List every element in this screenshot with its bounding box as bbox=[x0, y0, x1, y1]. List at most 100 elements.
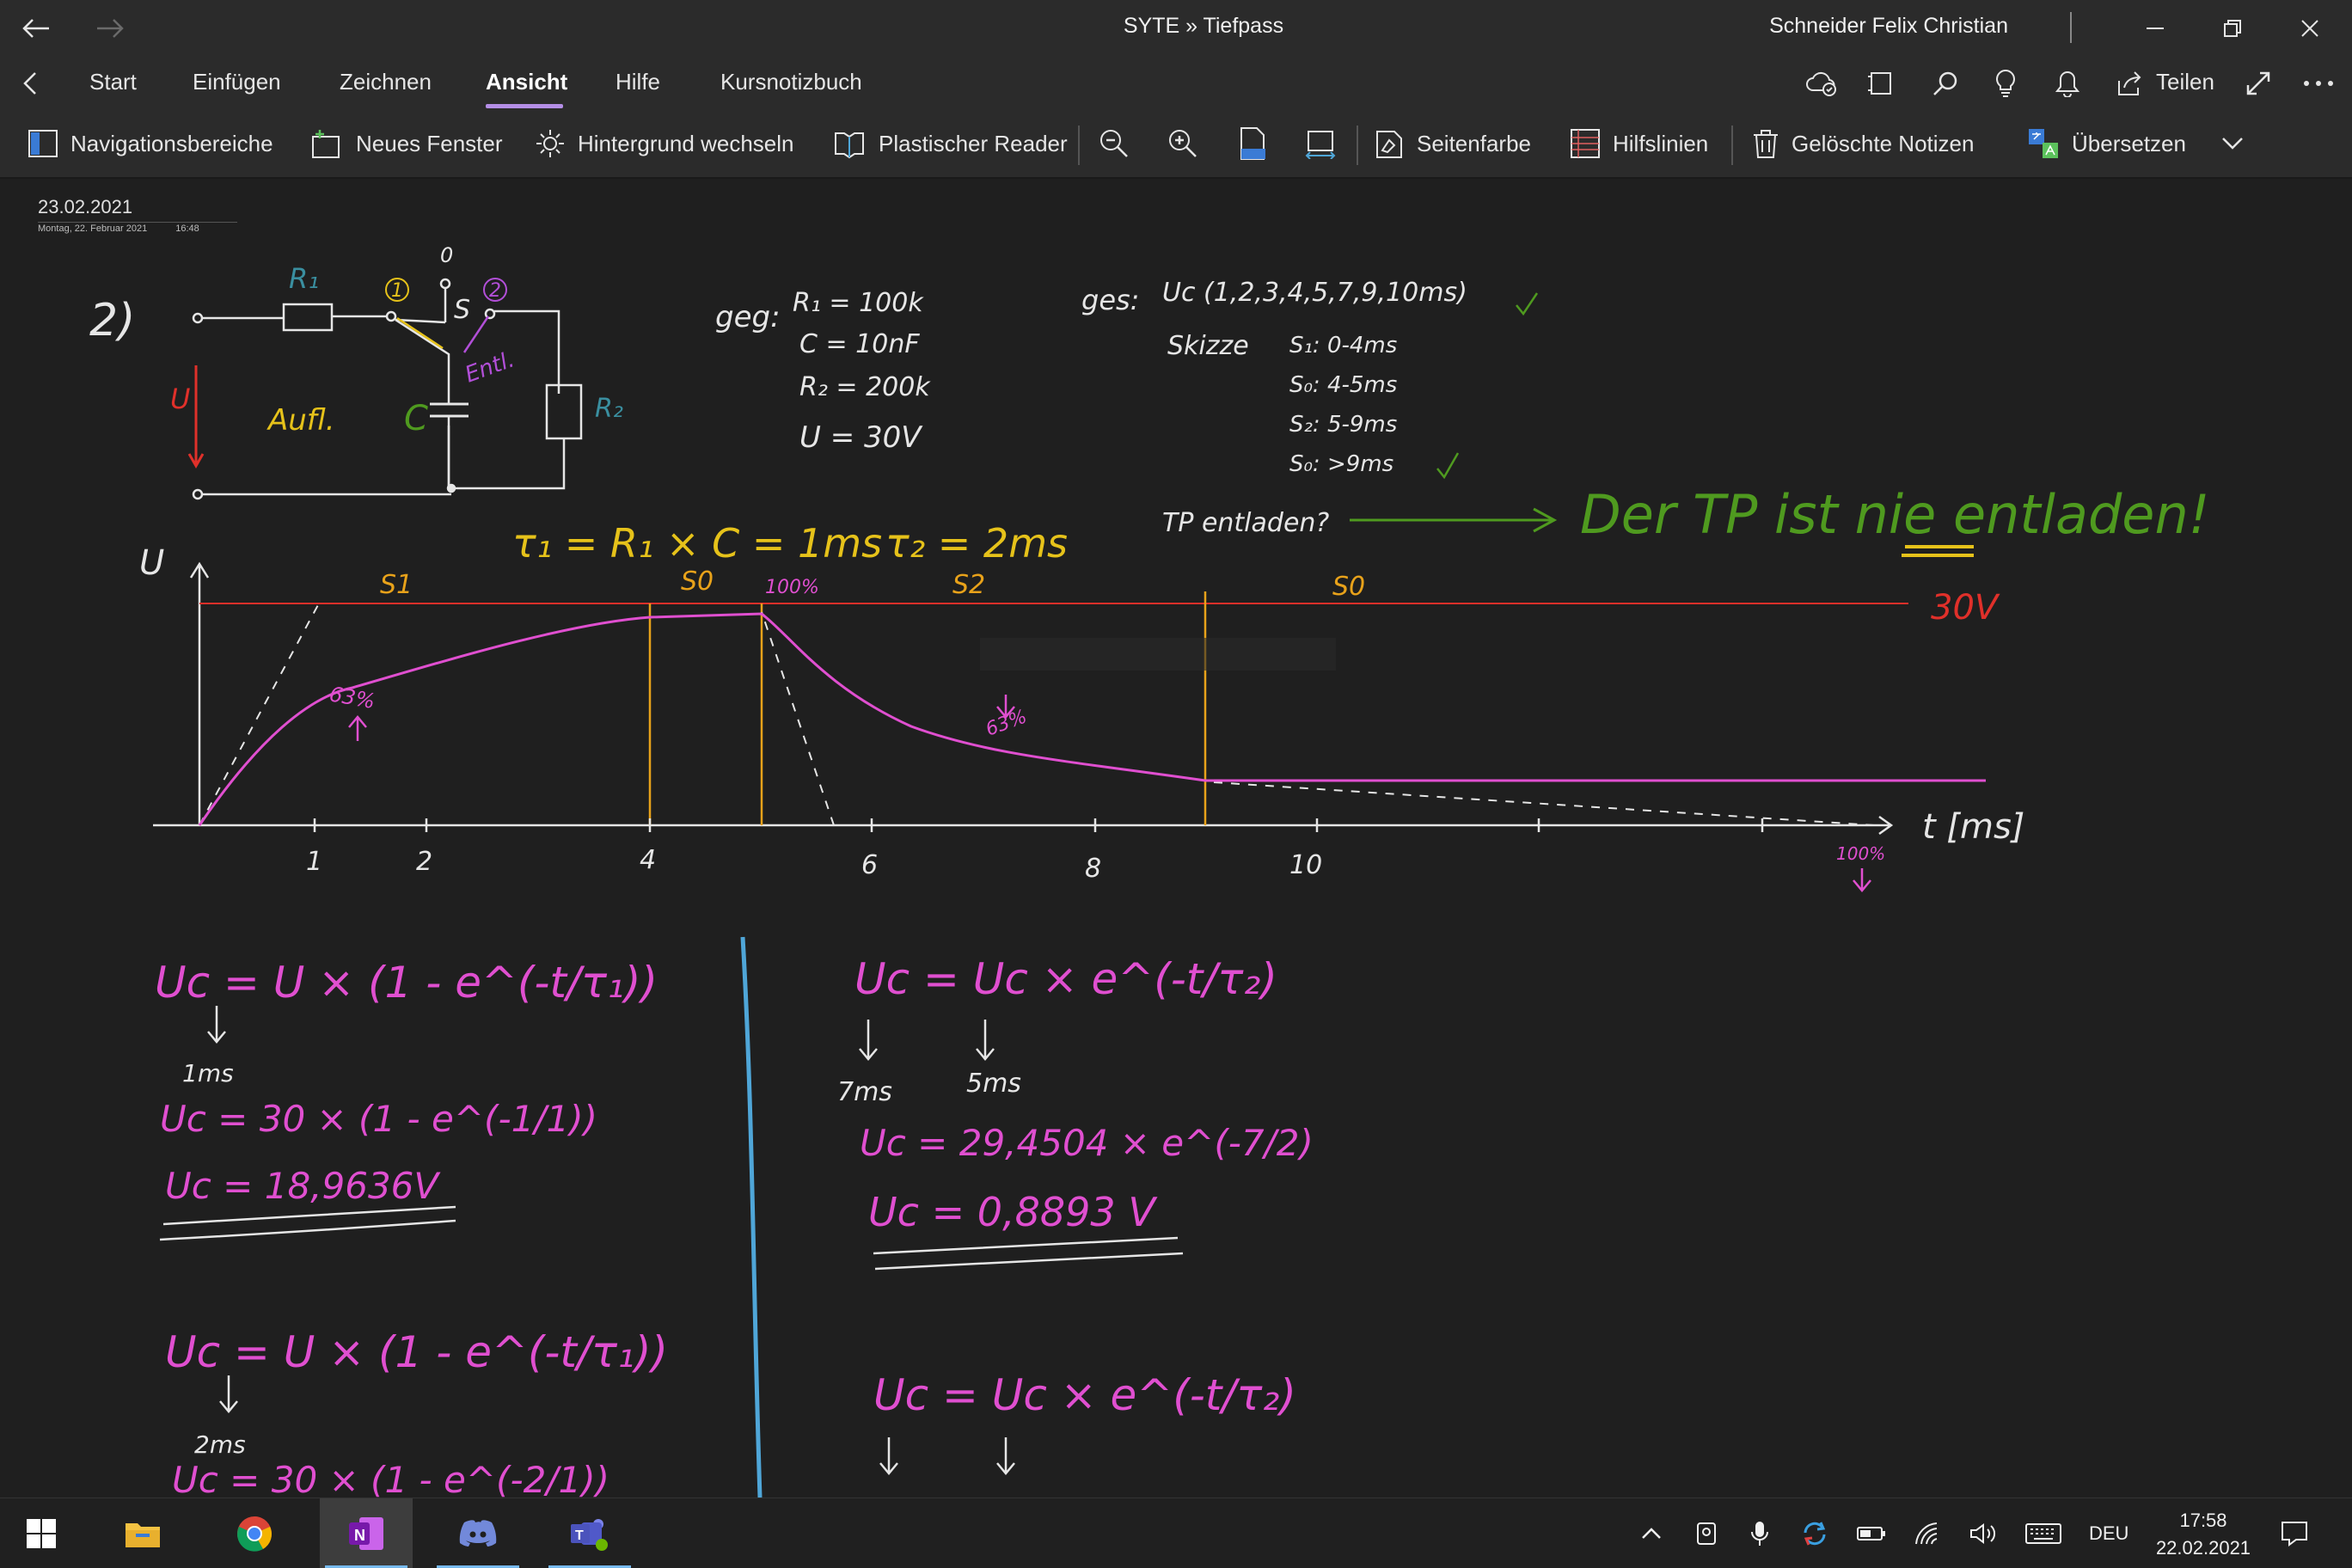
tab-start[interactable]: Start bbox=[89, 69, 137, 95]
chevron-down-icon bbox=[2222, 138, 2243, 150]
deleted-notes-label: Gelöschte Notizen bbox=[1792, 130, 1975, 156]
notifications-button[interactable] bbox=[2044, 62, 2091, 105]
fullscreen-hint[interactable] bbox=[980, 638, 1336, 671]
windows-icon bbox=[27, 1519, 56, 1548]
immersive-reader-icon bbox=[835, 132, 864, 159]
rule-lines-button[interactable]: Hilfslinien bbox=[1570, 119, 1708, 168]
phase-label-s2: S2 bbox=[952, 570, 985, 600]
formula-3-substitution: Uc = 29,4504 × e^(-7/2) bbox=[860, 1122, 1314, 1164]
new-window-button[interactable]: Neues Fenster bbox=[311, 119, 503, 168]
x-axis bbox=[153, 815, 1894, 836]
more-options-button[interactable] bbox=[2295, 62, 2342, 105]
phase-1: S₁: 0-4ms bbox=[1289, 333, 1397, 358]
taskbar-teams[interactable]: T bbox=[543, 1498, 636, 1568]
rule-lines-label: Hilfslinien bbox=[1613, 130, 1709, 156]
taskbar-file-explorer[interactable] bbox=[96, 1498, 189, 1568]
task-number: 2) bbox=[89, 295, 135, 346]
share-button[interactable] bbox=[2106, 62, 2153, 105]
question-text: TP entladen? bbox=[1162, 508, 1329, 538]
r1-label: R₁ bbox=[289, 262, 319, 295]
tab-help[interactable]: Hilfe bbox=[616, 69, 660, 95]
taskbar-chrome[interactable] bbox=[208, 1498, 301, 1568]
window-title: SYTE » Tiefpass bbox=[1123, 14, 1284, 38]
charge-label: Aufl. bbox=[266, 403, 335, 438]
tray-overflow-button[interactable] bbox=[1632, 1514, 1671, 1553]
trash-icon bbox=[1754, 130, 1778, 158]
given-label: geg: bbox=[715, 300, 781, 334]
phase-boundaries bbox=[648, 591, 1207, 825]
ribbon-more-button[interactable] bbox=[2221, 119, 2244, 168]
close-icon bbox=[2301, 20, 2318, 37]
taskbar-discord[interactable] bbox=[432, 1498, 524, 1568]
minimize-button[interactable] bbox=[2116, 5, 2194, 52]
close-button[interactable] bbox=[2271, 5, 2349, 52]
page-color-button[interactable]: Seitenfarbe bbox=[1374, 119, 1531, 168]
phase-label-s0b: S0 bbox=[1332, 572, 1365, 602]
tab-draw[interactable]: Zeichnen bbox=[340, 69, 432, 95]
given-r1: R₁ = 100k bbox=[793, 288, 924, 318]
zoom-100-button[interactable] bbox=[1238, 119, 1269, 168]
fullscreen-button[interactable] bbox=[2235, 62, 2282, 105]
ribbon-separator bbox=[1357, 126, 1358, 165]
formula-1: Uc = U × (1 - e^(-t/τ₁)) bbox=[155, 958, 658, 1008]
zoom-in-button[interactable] bbox=[1167, 119, 1198, 168]
share-label[interactable]: Teilen bbox=[2156, 69, 2214, 95]
tray-volume[interactable] bbox=[1963, 1514, 2003, 1553]
phase-2: S₀: 4-5ms bbox=[1289, 372, 1397, 398]
translate-icon bbox=[2029, 129, 2058, 158]
tab-view[interactable]: Ansicht bbox=[486, 69, 567, 95]
lightbulb-icon bbox=[1996, 69, 2015, 97]
clock[interactable]: 17:58 22.02.2021 bbox=[2147, 1507, 2259, 1562]
tray-camera[interactable] bbox=[1687, 1514, 1726, 1553]
notebooks-button[interactable] bbox=[1857, 62, 1903, 105]
switch-label-0: 0 bbox=[440, 243, 453, 267]
switch-background-button[interactable]: Hintergrund wechseln bbox=[535, 119, 793, 168]
translate-button[interactable]: Übersetzen bbox=[2027, 119, 2186, 168]
note-page[interactable]: 23.02.2021 Montag, 22. Februar 2021 16:4… bbox=[0, 181, 2352, 1498]
graph-y-label: U bbox=[139, 543, 164, 583]
resistor-r1 bbox=[282, 303, 334, 332]
ink-canvas[interactable]: 2) 1 2 0 S R₁ R₂ C U Aufl. Entl. geg: R₁… bbox=[0, 181, 2352, 1498]
tray-sync[interactable] bbox=[1795, 1514, 1834, 1553]
given-u: U = 30V bbox=[799, 420, 923, 455]
resistor-r2 bbox=[545, 383, 583, 440]
deleted-notes-button[interactable]: Gelöschte Notizen bbox=[1752, 119, 1974, 168]
zoom-out-button[interactable] bbox=[1099, 119, 1130, 168]
tab-class-notebook[interactable]: Kursnotizbuch bbox=[720, 69, 862, 95]
input-language[interactable]: DEU bbox=[2089, 1522, 2128, 1545]
forward-button[interactable] bbox=[86, 7, 134, 50]
back-button[interactable] bbox=[12, 7, 60, 50]
sync-status-button[interactable] bbox=[1798, 62, 1845, 105]
search-button[interactable] bbox=[1922, 62, 1969, 105]
formula-block-charge: Uc = U × (1 - e^(-t/τ₁)) 1ms Uc = 30 × (… bbox=[155, 958, 668, 1498]
tray-battery[interactable] bbox=[1852, 1514, 1891, 1553]
formula-1-result: Uc = 18,9636V bbox=[165, 1165, 441, 1207]
graph-x-label: t [ms] bbox=[1922, 807, 2024, 847]
arrow-down-icon bbox=[219, 1375, 238, 1413]
page-width-button[interactable] bbox=[1303, 119, 1338, 168]
formula-4: Uc = Uc × e^(-t/τ₂) bbox=[873, 1370, 1296, 1420]
formula-1-time: 1ms bbox=[182, 1059, 234, 1087]
tell-me-button[interactable] bbox=[1982, 62, 2029, 105]
action-center-button[interactable] bbox=[2275, 1514, 2314, 1553]
tray-microphone[interactable] bbox=[1740, 1514, 1779, 1553]
tray-keyboard[interactable] bbox=[2024, 1514, 2063, 1553]
taskbar: N T DEU 17:58 22.02.2021 bbox=[0, 1498, 2352, 1568]
tab-insert[interactable]: Einfügen bbox=[193, 69, 281, 95]
restore-button[interactable] bbox=[2194, 5, 2271, 52]
zoom-100-icon bbox=[1240, 127, 1265, 160]
title-separator bbox=[2070, 12, 2072, 43]
taskbar-onenote[interactable]: N bbox=[320, 1498, 413, 1568]
chevron-left-icon bbox=[23, 72, 36, 95]
discharge-label: Entl. bbox=[462, 346, 518, 388]
user-name[interactable]: Schneider Felix Christian bbox=[1769, 14, 2008, 39]
start-button[interactable] bbox=[0, 1498, 83, 1568]
cloud-sync-icon bbox=[1806, 71, 1836, 96]
immersive-reader-button[interactable]: Plastischer Reader bbox=[832, 119, 1068, 168]
charging-graph: U t [ms] 30V S1 S0 S2 S0 1 2 4 6 8 10 63… bbox=[139, 543, 2024, 892]
formula-2-substitution: Uc = 30 × (1 - e^(-2/1)) bbox=[172, 1459, 609, 1498]
navigation-panes-button[interactable]: Navigationsbereiche bbox=[28, 119, 273, 168]
tray-wifi[interactable] bbox=[1908, 1514, 1948, 1553]
collapse-nav-button[interactable] bbox=[7, 62, 53, 105]
active-tab-indicator bbox=[486, 104, 563, 108]
